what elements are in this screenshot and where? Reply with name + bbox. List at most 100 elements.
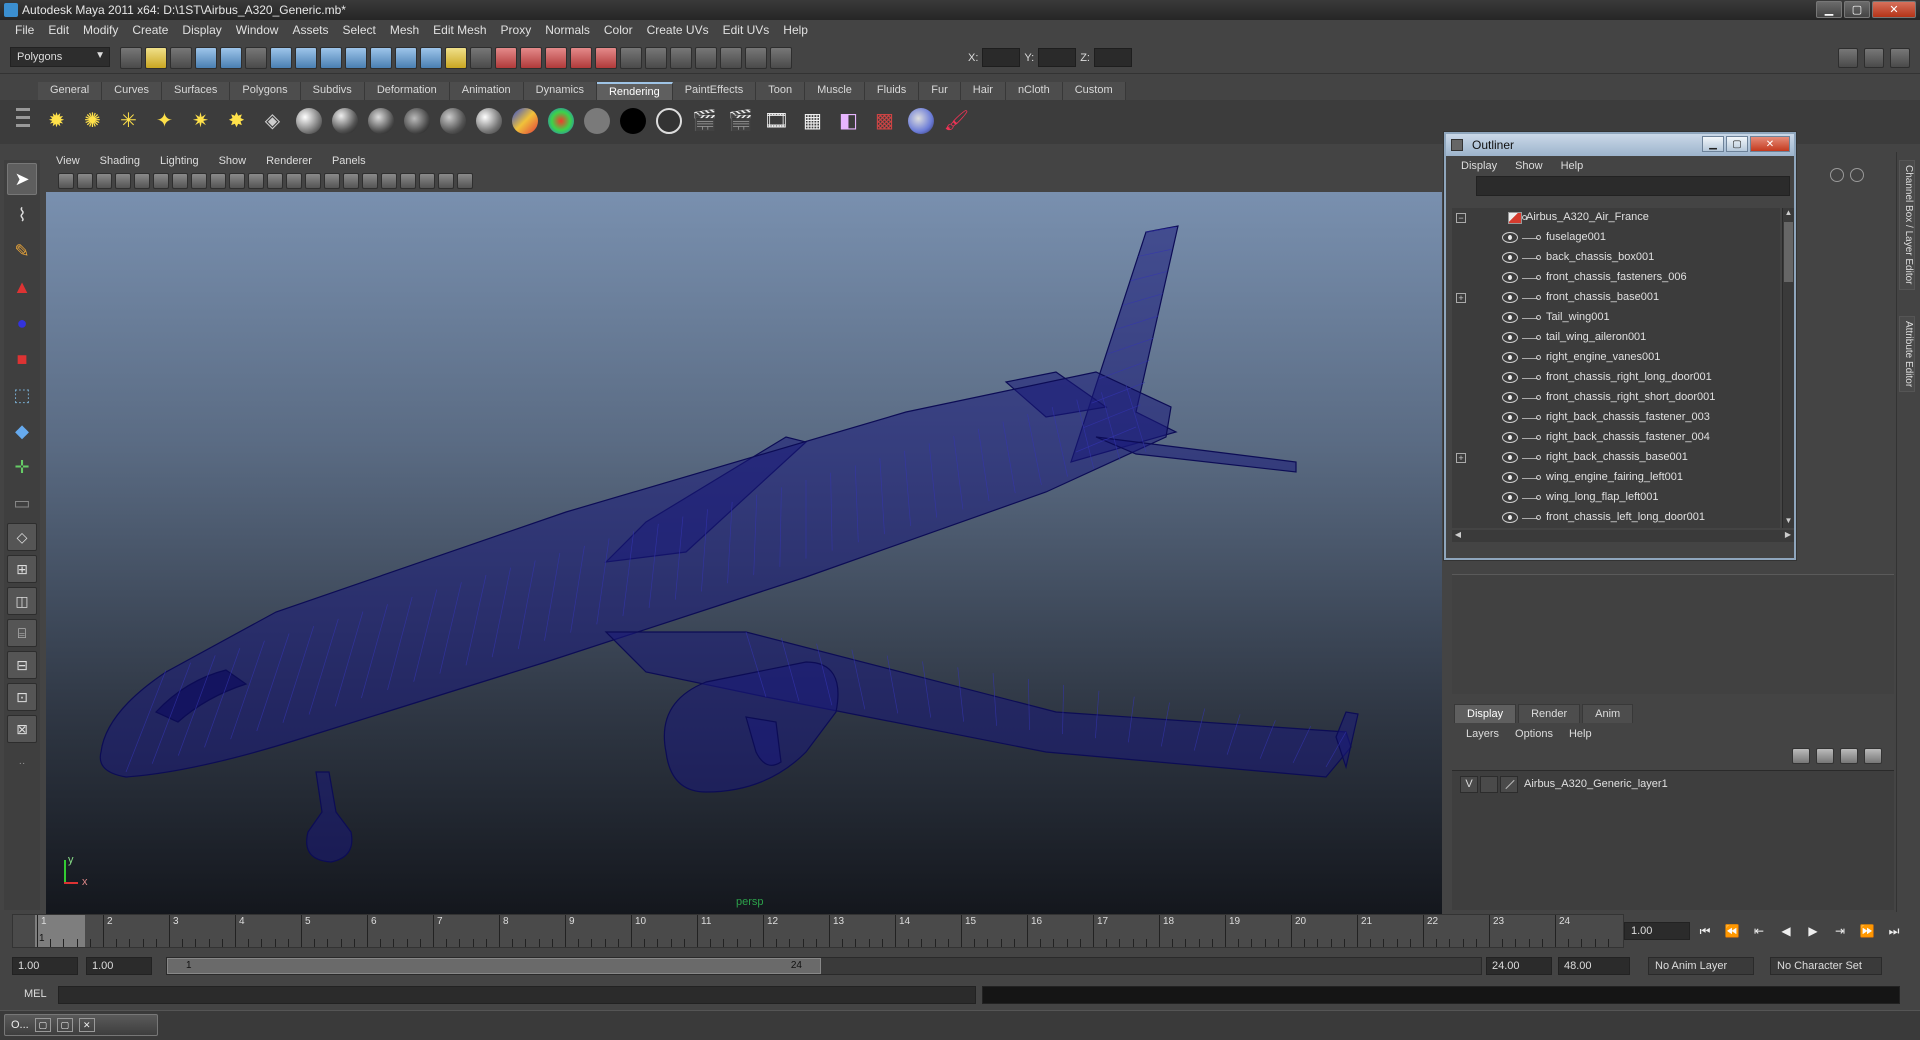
scroll-thumb[interactable] <box>1784 222 1793 282</box>
input-ops-icon[interactable] <box>620 47 642 69</box>
outliner-root-row[interactable]: − Airbus_A320_Air_France <box>1452 208 1780 228</box>
shelf-tab-fluids[interactable]: Fluids <box>864 82 920 100</box>
menu-help[interactable]: Help <box>776 23 815 37</box>
create-layer-from-selection-icon[interactable] <box>1864 748 1882 764</box>
toggle-tool-settings-icon[interactable] <box>1864 48 1884 68</box>
layout-outliner-persp-icon[interactable]: ◫ <box>7 587 37 615</box>
select-hierarchy-icon[interactable] <box>195 47 217 69</box>
outliner-item-row[interactable]: + right_back_chassis_base001 <box>1452 448 1780 468</box>
highlight-selection-icon[interactable] <box>470 47 492 69</box>
pick-rendering-icon[interactable] <box>420 47 442 69</box>
ramp-shader-icon[interactable] <box>510 106 539 135</box>
viewport-menu-renderer[interactable]: Renderer <box>256 155 322 167</box>
maximize-button[interactable]: ▢ <box>1844 1 1870 18</box>
z-field[interactable] <box>1093 48 1132 67</box>
safe-action-icon[interactable] <box>248 173 264 189</box>
go-to-start-button[interactable]: ⏮ <box>1694 922 1716 940</box>
camera-attributes-icon[interactable] <box>77 173 93 189</box>
close-button[interactable]: ✕ <box>1872 1 1916 18</box>
save-scene-icon[interactable] <box>170 47 192 69</box>
outliner-menu-help[interactable]: Help <box>1552 160 1593 172</box>
menu-file[interactable]: File <box>8 23 41 37</box>
command-input[interactable] <box>58 986 976 1004</box>
pick-curves-icon[interactable] <box>320 47 342 69</box>
expand-icon[interactable]: + <box>1456 293 1466 303</box>
snap-plane-icon[interactable] <box>570 47 592 69</box>
layer-type-toggle[interactable] <box>1480 776 1498 793</box>
shelf-tab-deformation[interactable]: Deformation <box>364 82 450 100</box>
scroll-right-icon[interactable]: ▶ <box>1782 530 1794 542</box>
field-chart-icon[interactable] <box>229 173 245 189</box>
menu-normals[interactable]: Normals <box>538 23 597 37</box>
ipr-render-shelf-icon[interactable]: 🎬 <box>726 106 755 135</box>
paint-brush-icon[interactable]: 🖌 <box>942 106 971 135</box>
menu-select[interactable]: Select <box>335 23 382 37</box>
gate-mask-icon[interactable] <box>210 173 226 189</box>
menu-proxy[interactable]: Proxy <box>494 23 539 37</box>
render-current-frame-icon[interactable]: 🎬 <box>690 106 719 135</box>
shelf-tab-hair[interactable]: Hair <box>960 82 1006 100</box>
safe-title-icon[interactable] <box>267 173 283 189</box>
shelf-tab-curves[interactable]: Curves <box>102 82 162 100</box>
scroll-up-icon[interactable]: ▲ <box>1783 208 1794 220</box>
shelf-tab-custom[interactable]: Custom <box>1062 82 1126 100</box>
phong-e-icon[interactable] <box>402 106 431 135</box>
y-field[interactable] <box>1038 48 1077 67</box>
render-settings-shelf-icon[interactable]: ▩ <box>870 106 899 135</box>
snap-point-icon[interactable] <box>545 47 567 69</box>
viewport-menu-show[interactable]: Show <box>209 155 257 167</box>
area-light-icon[interactable]: ✷ <box>186 106 215 135</box>
close-icon[interactable]: ✕ <box>78 1018 95 1032</box>
pick-deformations-icon[interactable] <box>370 47 392 69</box>
ambient-light-icon[interactable]: ✹ <box>42 106 71 135</box>
shelf-tab-polygons[interactable]: Polygons <box>230 82 301 100</box>
shelf-tab-fur[interactable]: Fur <box>919 82 961 100</box>
manipulator-tool-icon[interactable]: ⬚ <box>7 379 37 411</box>
shadows-icon[interactable] <box>381 173 397 189</box>
range-slider[interactable]: 1 24 <box>166 957 1482 975</box>
soft-mod-tool-icon[interactable]: ◆ <box>7 415 37 447</box>
viewport-menu-lighting[interactable]: Lighting <box>150 155 209 167</box>
move-tool-icon[interactable]: ▲ <box>7 271 37 303</box>
show-manipulator-icon[interactable]: ✛ <box>7 451 37 483</box>
pick-joints-icon[interactable] <box>295 47 317 69</box>
playback-start-field[interactable]: 1.00 <box>86 957 152 975</box>
move-layer-up-icon[interactable] <box>1792 748 1810 764</box>
outliner-horizontal-scrollbar[interactable]: ◀ ▶ <box>1452 530 1794 542</box>
menu-window[interactable]: Window <box>229 23 286 37</box>
batch-render-icon[interactable]: 🎞 <box>762 106 791 135</box>
select-tool-icon[interactable]: ➤ <box>7 163 37 195</box>
new-scene-icon[interactable] <box>120 47 142 69</box>
use-all-lights-icon[interactable] <box>362 173 378 189</box>
spot-light-icon[interactable]: ✦ <box>150 106 179 135</box>
outliner-item-row[interactable]: right_engine_vanes001 <box>1452 348 1780 368</box>
phong-icon[interactable] <box>366 106 395 135</box>
directional-light-icon[interactable]: ✺ <box>78 106 107 135</box>
maximize-icon[interactable]: ▢ <box>56 1018 73 1032</box>
go-to-end-button[interactable]: ⏭ <box>1883 922 1905 940</box>
tab-channel-box-layer-editor[interactable]: Channel Box / Layer Editor <box>1899 160 1915 290</box>
menu-create[interactable]: Create <box>125 23 175 37</box>
playback-end-field[interactable]: 24.00 <box>1486 957 1552 975</box>
ipr-render-icon[interactable] <box>745 47 767 69</box>
shelf-tab-ncloth[interactable]: nCloth <box>1005 82 1063 100</box>
outliner-item-row[interactable]: front_chassis_right_long_door001 <box>1452 368 1780 388</box>
range-slider-handle[interactable]: 1 24 <box>167 958 821 974</box>
point-light-icon[interactable]: ✳ <box>114 106 143 135</box>
menu-create-uvs[interactable]: Create UVs <box>640 23 716 37</box>
isolate-select-icon[interactable] <box>419 173 435 189</box>
layer-visibility-toggle[interactable]: V <box>1460 776 1478 793</box>
step-forward-key-button[interactable]: ⏩ <box>1856 922 1878 940</box>
layered-shader-icon[interactable] <box>474 106 503 135</box>
step-back-key-button[interactable]: ⏪ <box>1721 922 1743 940</box>
two-d-pan-icon[interactable] <box>134 173 150 189</box>
toggle-channel-box-icon[interactable] <box>1890 48 1910 68</box>
menu-mesh[interactable]: Mesh <box>383 23 426 37</box>
create-empty-layer-icon[interactable] <box>1840 748 1858 764</box>
layer-color-swatch[interactable] <box>1500 776 1518 793</box>
viewport-menu-shading[interactable]: Shading <box>90 155 150 167</box>
lambert-icon[interactable] <box>294 106 323 135</box>
smooth-shade-icon[interactable] <box>305 173 321 189</box>
xray-icon[interactable] <box>400 173 416 189</box>
animation-end-field[interactable]: 48.00 <box>1558 957 1630 975</box>
